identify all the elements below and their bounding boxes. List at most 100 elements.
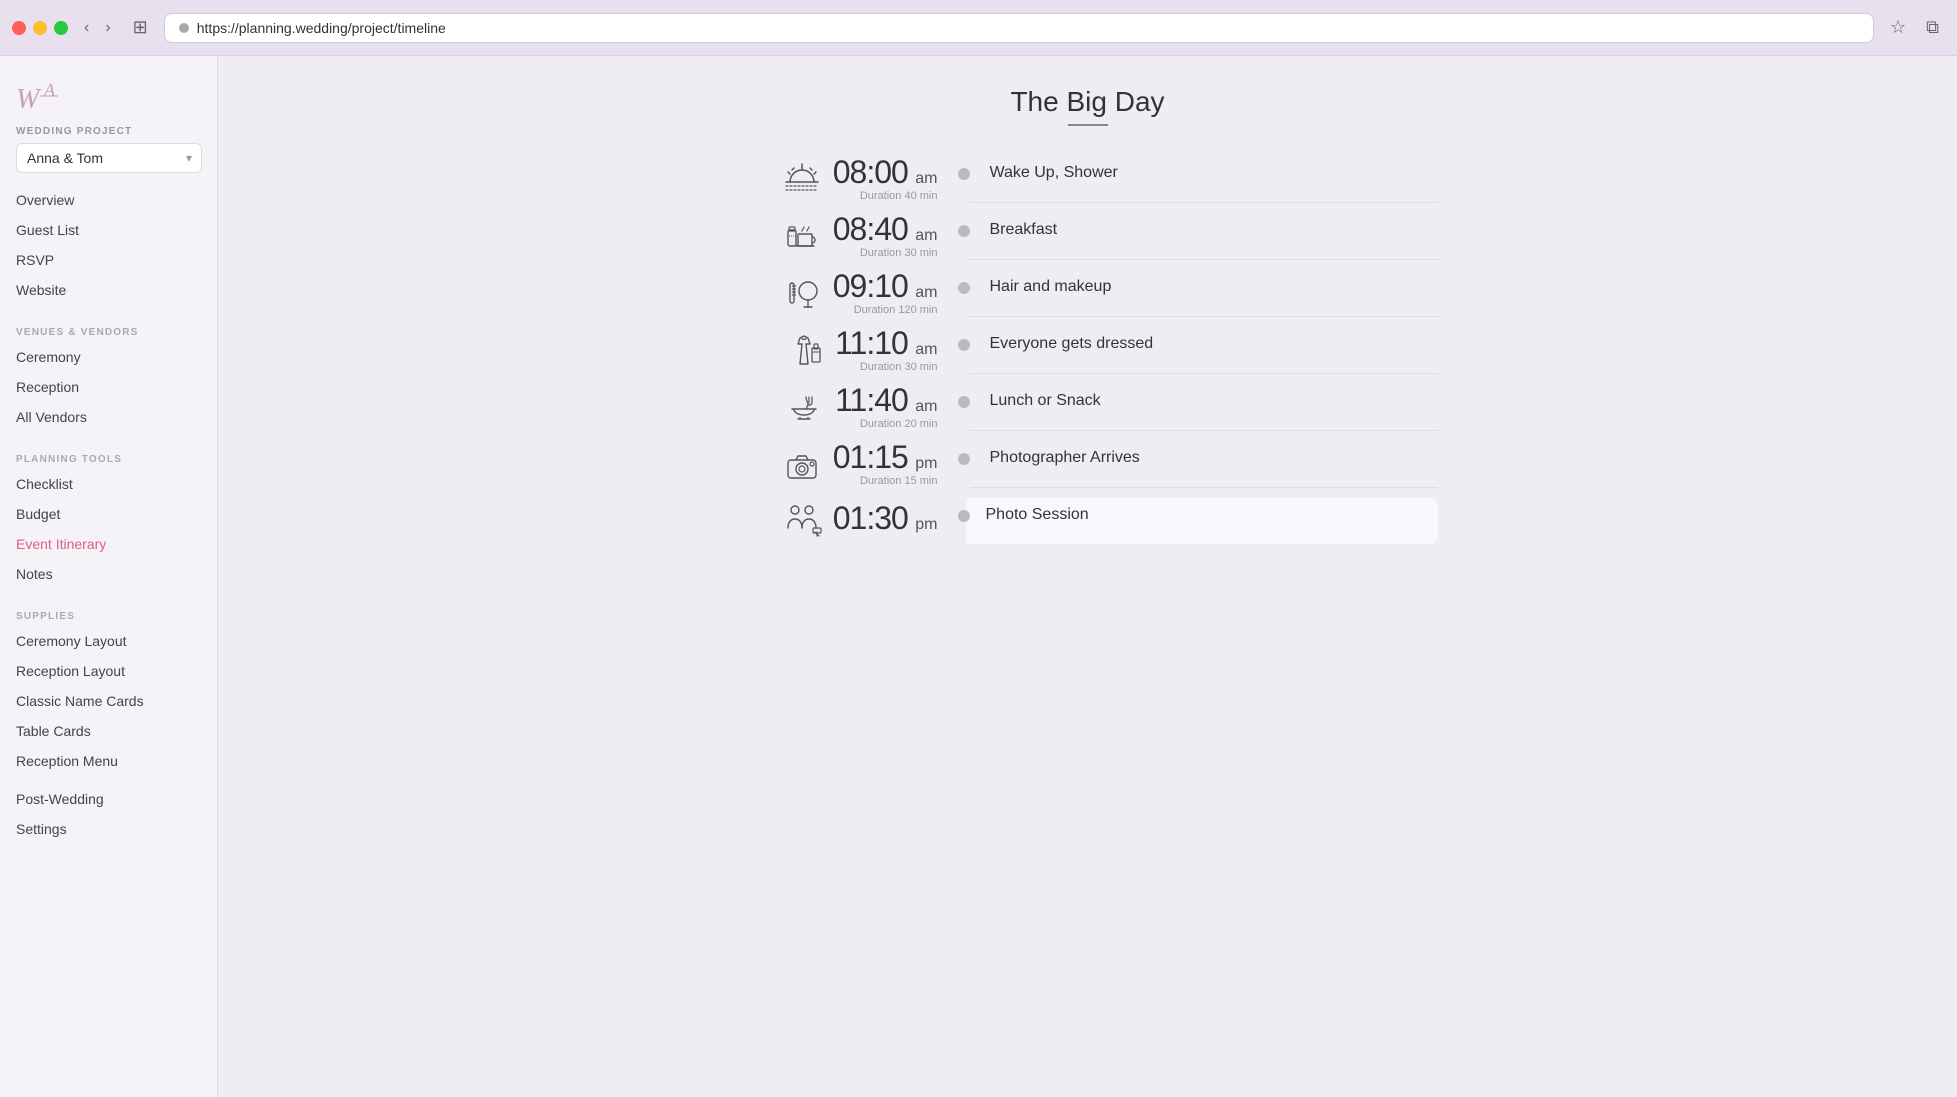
- back-button[interactable]: ‹: [78, 17, 95, 39]
- nav-buttons: ‹ ›: [78, 17, 117, 39]
- event-name-4: Lunch or Snack: [990, 384, 1438, 410]
- time-display-5: 01:15 pm: [833, 441, 938, 473]
- timeline-right-5: Photographer Arrives: [970, 441, 1438, 488]
- planning-nav-section: PLANNING TOOLS Checklist Budget Event It…: [0, 440, 217, 597]
- sidebar-item-classic-name-cards[interactable]: Classic Name Cards: [0, 686, 217, 716]
- svg-text:W: W: [16, 84, 42, 115]
- timeline-item-0: 08:00 am Duration 40 min Wake Up, Shower: [738, 156, 1438, 203]
- split-view-button[interactable]: ⧉: [1920, 15, 1945, 40]
- timeline-left-1: 08:40 am Duration 30 min: [738, 213, 958, 259]
- timeline-right-3: Everyone gets dressed: [970, 327, 1438, 374]
- sidebar-item-post-wedding[interactable]: Post-Wedding: [0, 784, 217, 814]
- supplies-section-label: SUPPLIES: [0, 597, 217, 626]
- dress-icon: [783, 329, 825, 371]
- timeline-right-2: Hair and makeup: [970, 270, 1438, 317]
- timeline-right-0: Wake Up, Shower: [970, 156, 1438, 203]
- timeline-right-6: Photo Session: [966, 498, 1438, 544]
- venues-section-label: VENUES & VENDORS: [0, 313, 217, 342]
- page-title: The Big Day: [278, 86, 1897, 118]
- timeline-item-3: 11:10 am Duration 30 min Everyone gets d…: [738, 327, 1438, 374]
- people-photo-icon: [781, 498, 823, 540]
- event-name-3: Everyone gets dressed: [990, 327, 1438, 353]
- app-container: W A WEDDING PROJECT Anna & Tom Overview …: [0, 56, 1957, 1097]
- minimize-button[interactable]: [33, 21, 47, 35]
- timeline-dot-3: [958, 339, 970, 351]
- security-icon: [179, 23, 189, 33]
- sidebar-item-reception-menu[interactable]: Reception Menu: [0, 746, 217, 776]
- duration-4: Duration 20 min: [835, 418, 937, 430]
- timeline: 08:00 am Duration 40 min Wake Up, Shower: [738, 156, 1438, 544]
- time-display-4: 11:40 am: [835, 384, 937, 416]
- sidebar-item-all-vendors[interactable]: All Vendors: [0, 402, 217, 432]
- sidebar-item-ceremony[interactable]: Ceremony: [0, 342, 217, 372]
- time-block-6: 01:30 pm: [833, 502, 938, 536]
- supplies-nav-section: SUPPLIES Ceremony Layout Reception Layou…: [0, 597, 217, 784]
- timeline-dot-1: [958, 225, 970, 237]
- sidebar-item-overview[interactable]: Overview: [0, 185, 217, 215]
- duration-3: Duration 30 min: [835, 361, 937, 373]
- event-name-6: Photo Session: [986, 506, 1418, 524]
- sidebar-item-settings[interactable]: Settings: [0, 814, 217, 844]
- sidebar: W A WEDDING PROJECT Anna & Tom Overview …: [0, 56, 218, 1097]
- bookmark-button[interactable]: ☆: [1884, 15, 1912, 40]
- close-button[interactable]: [12, 21, 26, 35]
- timeline-item-2: 09:10 am Duration 120 min Hair and makeu…: [738, 270, 1438, 317]
- url-bar[interactable]: https://planning.wedding/project/timelin…: [164, 13, 1874, 43]
- project-selector[interactable]: Anna & Tom: [16, 143, 202, 173]
- sidebar-item-ceremony-layout[interactable]: Ceremony Layout: [0, 626, 217, 656]
- timeline-dot-2: [958, 282, 970, 294]
- time-display-1: 08:40 am: [833, 213, 938, 245]
- main-content: The Big Day: [218, 56, 1957, 1097]
- time-block-2: 09:10 am Duration 120 min: [833, 270, 938, 316]
- title-underline: [1068, 124, 1108, 126]
- sidebar-item-notes[interactable]: Notes: [0, 559, 217, 589]
- timeline-right-1: Breakfast: [970, 213, 1438, 260]
- primary-nav-section: Overview Guest List RSVP Website: [0, 185, 217, 313]
- sunrise-icon: [781, 158, 823, 200]
- time-block-1: 08:40 am Duration 30 min: [833, 213, 938, 259]
- sidebar-item-rsvp[interactable]: RSVP: [0, 245, 217, 275]
- camera-icon: [781, 443, 823, 485]
- forward-button[interactable]: ›: [99, 17, 116, 39]
- timeline-item-1: 08:40 am Duration 30 min Breakfast: [738, 213, 1438, 260]
- sidebar-item-budget[interactable]: Budget: [0, 499, 217, 529]
- event-name-5: Photographer Arrives: [990, 441, 1438, 467]
- sidebar-item-guest-list[interactable]: Guest List: [0, 215, 217, 245]
- svg-text:A: A: [43, 80, 56, 100]
- sidebar-item-reception[interactable]: Reception: [0, 372, 217, 402]
- food-icon: [783, 386, 825, 428]
- duration-2: Duration 120 min: [833, 304, 938, 316]
- time-block-3: 11:10 am Duration 30 min: [835, 327, 937, 373]
- venues-nav-section: VENUES & VENDORS Ceremony Reception All …: [0, 313, 217, 440]
- planning-section-label: PLANNING TOOLS: [0, 440, 217, 469]
- event-name-0: Wake Up, Shower: [990, 156, 1438, 182]
- browser-chrome: ‹ › ⊞ https://planning.wedding/project/t…: [0, 0, 1957, 56]
- time-block-0: 08:00 am Duration 40 min: [833, 156, 938, 202]
- sidebar-item-event-itinerary[interactable]: Event Itinerary: [0, 529, 217, 559]
- timeline-left-0: 08:00 am Duration 40 min: [738, 156, 958, 202]
- sidebar-item-reception-layout[interactable]: Reception Layout: [0, 656, 217, 686]
- timeline-item-5: 01:15 pm Duration 15 min Photographer Ar…: [738, 441, 1438, 488]
- breakfast-icon: [781, 215, 823, 257]
- time-display-6: 01:30 pm: [833, 502, 938, 534]
- project-section-label: WEDDING PROJECT: [16, 126, 132, 137]
- event-name-1: Breakfast: [990, 213, 1438, 239]
- sidebar-item-table-cards[interactable]: Table Cards: [0, 716, 217, 746]
- timeline-item-6: 01:30 pm Photo Session: [738, 498, 1438, 544]
- timeline-dot-4: [958, 396, 970, 408]
- sidebar-item-checklist[interactable]: Checklist: [0, 469, 217, 499]
- timeline-left-6: 01:30 pm: [738, 498, 958, 540]
- duration-5: Duration 15 min: [833, 475, 938, 487]
- sidebar-item-website[interactable]: Website: [0, 275, 217, 305]
- timeline-left-3: 11:10 am Duration 30 min: [738, 327, 958, 373]
- app-logo: W A: [16, 76, 76, 116]
- event-name-2: Hair and makeup: [990, 270, 1438, 296]
- timeline-right-4: Lunch or Snack: [970, 384, 1438, 431]
- timeline-left-2: 09:10 am Duration 120 min: [738, 270, 958, 316]
- sidebar-toggle-button[interactable]: ⊞: [127, 15, 154, 40]
- traffic-lights: [12, 21, 68, 35]
- timeline-left-4: 11:40 am Duration 20 min: [738, 384, 958, 430]
- timeline-dot-0: [958, 168, 970, 180]
- browser-actions: ☆ ⧉: [1884, 15, 1945, 40]
- maximize-button[interactable]: [54, 21, 68, 35]
